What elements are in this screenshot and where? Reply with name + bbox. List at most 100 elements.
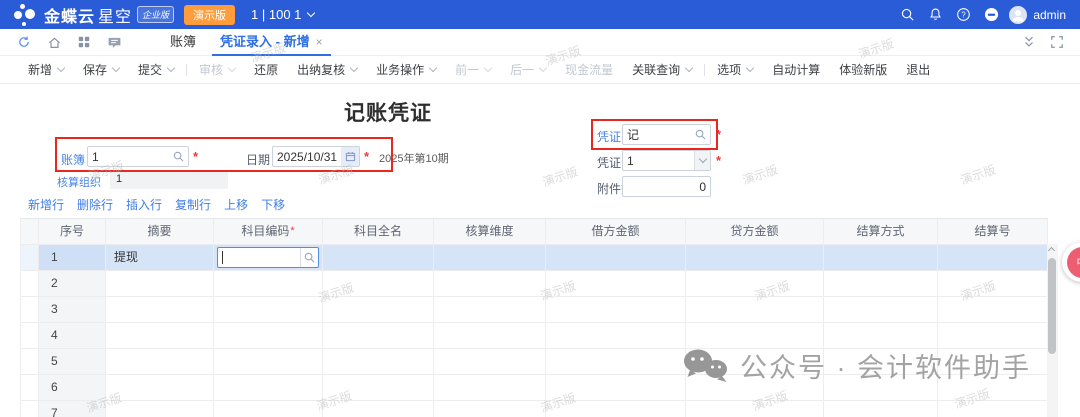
required-marker: * [716, 127, 721, 142]
toolbar-button-try-new-version[interactable]: 体验新版 [839, 61, 887, 78]
toolbar-button-business-operation[interactable]: 业务操作 [376, 61, 436, 78]
status-dnd-icon[interactable] [977, 7, 1005, 22]
voucher-no-input[interactable]: 1 [622, 150, 711, 171]
col-header-settle-no: 结算号 [938, 219, 1048, 245]
grid-action-insert-row[interactable]: 插入行 [126, 196, 162, 213]
table-row[interactable]: 3 [21, 297, 1048, 323]
account-book-label[interactable]: 账簿 [61, 151, 85, 168]
scroll-up-icon[interactable] [1048, 247, 1055, 254]
toolbar-button-options[interactable]: 选项 [717, 61, 753, 78]
required-marker: * [290, 225, 294, 237]
notification-bell-icon[interactable] [921, 7, 949, 22]
chevron-down-icon [429, 64, 437, 72]
table-row[interactable]: 1 提现 [21, 245, 1048, 271]
fiscal-period: 2025年第10期 [379, 150, 449, 166]
brand-primary: 金蝶云 [44, 3, 95, 27]
topbar: 金蝶云 星空 企业版 演示版 1 | 100 1 ? admin [0, 0, 1080, 29]
username: admin [1033, 8, 1066, 22]
cell-summary[interactable]: 提现 [106, 245, 214, 271]
collapse-double-chevron-icon[interactable] [1022, 35, 1036, 49]
chevron-down-icon [112, 64, 120, 72]
chevron-down-icon [307, 9, 315, 17]
toolbar-button-cashier-review[interactable]: 出纳复核 [297, 61, 357, 78]
lookup-search-icon[interactable] [173, 151, 184, 162]
toolbar-button-cash-flow: 现金流量 [565, 61, 613, 78]
org-selector[interactable]: 1 | 100 1 [251, 7, 314, 22]
demo-badge: 演示版 [184, 5, 235, 25]
table-scrollbar[interactable] [1047, 244, 1058, 417]
attachment-count-input[interactable]: 0 [622, 176, 711, 197]
org-label[interactable]: 核算组织 [57, 174, 101, 190]
cell-seq: 3 [39, 297, 106, 323]
cell-seq: 1 [39, 245, 106, 271]
tab-label: 账簿 [170, 29, 196, 55]
toolbar-button-audit: 审核 [199, 61, 235, 78]
header-gutter [21, 219, 39, 245]
grid-action-move-down[interactable]: 下移 [261, 196, 285, 213]
floating-input-widget[interactable]: 中 [1062, 242, 1080, 282]
kingdee-logo-icon [14, 3, 38, 27]
col-header-credit: 贷方金额 [686, 219, 824, 245]
cell-seq: 4 [39, 323, 106, 349]
toolbar-button-save[interactable]: 保存 [83, 61, 119, 78]
home-icon[interactable] [46, 34, 62, 50]
grid-action-delete-row[interactable]: 删除行 [77, 196, 113, 213]
message-icon[interactable] [106, 34, 122, 50]
date-input[interactable]: 2025/10/31 [272, 146, 360, 167]
table-row[interactable]: 6 [21, 375, 1048, 401]
col-header-account-code: 科目编码* [214, 219, 323, 245]
scrollbar-thumb[interactable] [1048, 258, 1056, 354]
tab-account-book[interactable]: 账簿 [158, 29, 208, 56]
table-row[interactable]: 4 [21, 323, 1048, 349]
toolbar-button-new[interactable]: 新增 [28, 61, 64, 78]
fullscreen-icon[interactable] [1050, 35, 1064, 49]
toolbar-button-auto-calc[interactable]: 自动计算 [772, 61, 820, 78]
table-row[interactable]: 7 [21, 401, 1048, 417]
search-icon[interactable] [893, 7, 921, 22]
org-value-readonly: 1 [110, 172, 228, 189]
close-icon[interactable]: × [316, 29, 323, 55]
grid-action-add-row[interactable]: 新增行 [28, 196, 64, 213]
chevron-down-icon [228, 64, 236, 72]
svg-text:?: ? [961, 10, 966, 19]
user-menu[interactable]: admin [1009, 6, 1066, 24]
table-header-row: 序号 摘要 科目编码* 科目全名 核算维度 借方金额 贷方金额 结算方式 结算号 [21, 219, 1048, 245]
toolbar-button-next: 后一 [510, 61, 546, 78]
account-code-input[interactable] [217, 247, 319, 268]
help-icon[interactable]: ? [949, 7, 977, 22]
calendar-icon[interactable] [341, 147, 359, 166]
avatar [1009, 6, 1027, 24]
grid-action-move-up[interactable]: 上移 [224, 196, 248, 213]
floating-widget-label: 中 [1067, 247, 1080, 278]
col-header-account-name: 科目全名 [323, 219, 434, 245]
brand-secondary: 星空 [98, 3, 132, 27]
voucher-entry-table: 序号 摘要 科目编码* 科目全名 核算维度 借方金额 贷方金额 结算方式 结算号… [20, 218, 1048, 417]
col-header-dimension: 核算维度 [434, 219, 546, 245]
refresh-icon[interactable] [16, 34, 32, 50]
cell-account-code[interactable] [214, 245, 323, 271]
toolbar-button-exit[interactable]: 退出 [906, 61, 930, 78]
lookup-search-icon[interactable] [695, 129, 706, 140]
dropdown-toggle[interactable] [694, 151, 710, 170]
col-header-seq: 序号 [39, 219, 106, 245]
lookup-search-icon[interactable] [300, 248, 318, 267]
toolbar-separator [186, 64, 187, 76]
chevron-down-icon [167, 64, 175, 72]
required-marker: * [193, 149, 198, 164]
tab-voucher-entry-new[interactable]: 凭证录入 - 新增 × [208, 29, 335, 56]
col-header-settle-method: 结算方式 [824, 219, 938, 245]
toolbar-button-restore[interactable]: 还原 [254, 61, 278, 78]
grid-action-copy-row[interactable]: 复制行 [175, 196, 211, 213]
toolbar-button-submit[interactable]: 提交 [138, 61, 174, 78]
toolbar: 新增 保存 提交 审核 还原 出纳复核 业务操作 前一 后一 现金流量 关联查询… [0, 56, 1080, 84]
voucher-word-input[interactable]: 记 [622, 124, 711, 145]
table-row[interactable]: 2 [21, 271, 1048, 297]
toolbar-button-related-query[interactable]: 关联查询 [632, 61, 692, 78]
cell-seq: 7 [39, 401, 106, 417]
apps-grid-icon[interactable] [76, 34, 92, 50]
page-title: 记账凭证 [344, 97, 432, 127]
account-book-input[interactable]: 1 [87, 146, 189, 167]
required-marker: * [364, 149, 369, 164]
chevron-down-icon [484, 64, 492, 72]
table-row[interactable]: 5 [21, 349, 1048, 375]
